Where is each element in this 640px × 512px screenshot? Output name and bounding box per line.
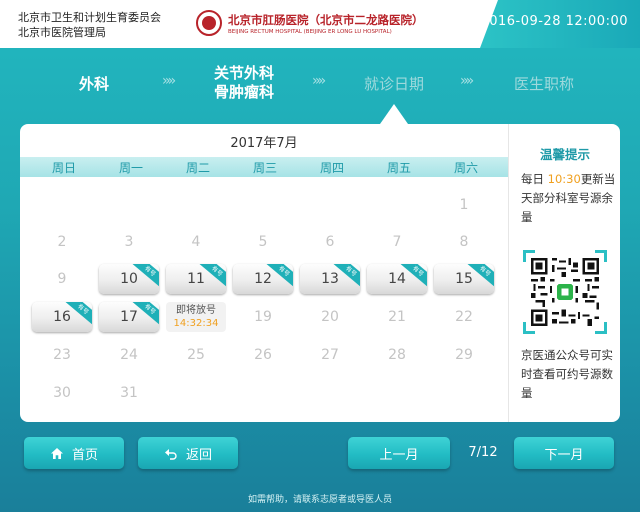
day-number: 17: [120, 309, 138, 325]
calendar-day: 26: [254, 347, 272, 363]
day-number: 16: [53, 309, 71, 325]
next-month-button[interactable]: 下一月: [514, 437, 614, 469]
qr-code-icon: [531, 258, 599, 326]
back-button[interactable]: 返回: [138, 437, 238, 469]
step-navigation: 外科 »» 关节外科 骨肿瘤科 »» 就诊日期 »» 医生职称: [0, 54, 640, 112]
weekday-mon: 周一: [118, 161, 143, 175]
calendar-day: 23: [53, 347, 71, 363]
calendar-day-available[interactable]: 16 有号: [32, 302, 92, 332]
calendar-day: 9: [57, 271, 67, 287]
hospital-seal-icon: [196, 10, 222, 36]
step-doctor-title: 医生职称: [513, 74, 574, 93]
step-department[interactable]: 外科: [48, 54, 140, 112]
calendar-day: 22: [455, 309, 473, 325]
calendar-day: 7: [392, 234, 402, 250]
calendar-day: 30: [53, 385, 71, 401]
day-number: 14: [388, 271, 406, 287]
calendar-day-available[interactable]: 13 有号: [300, 264, 360, 294]
calendar-day: 20: [321, 309, 339, 325]
weekday-wed: 周三: [252, 161, 277, 175]
calendar-day: 8: [459, 234, 469, 250]
org-names: 北京市卫生和计划生育委员会 北京市医院管理局: [18, 10, 161, 40]
tips-update-note: 每日 10:30更新当天部分科室号源余量: [521, 170, 617, 227]
calendar-day-available[interactable]: 14 有号: [367, 264, 427, 294]
calendar-day: 29: [455, 347, 473, 363]
day-number: 15: [455, 271, 473, 287]
tips-title: 温馨提示: [539, 147, 590, 162]
tips-text-pre: 每日: [521, 172, 548, 186]
weekday-sun: 周日: [51, 161, 76, 175]
month-title: 2017年7月: [230, 136, 298, 151]
hospital-logo: 北京市肛肠医院（北京市二龙路医院） BEIJING RECTUM HOSPITA…: [196, 10, 424, 36]
home-icon: [50, 447, 64, 460]
calendar-day-available[interactable]: 12 有号: [233, 264, 293, 294]
weekday-fri: 周五: [386, 161, 411, 175]
calendar-day: 5: [258, 234, 268, 250]
tips-update-time: 10:30: [547, 172, 581, 186]
step-subdepartment-line2: 骨肿瘤科: [213, 83, 274, 101]
day-number: 10: [120, 271, 138, 287]
weekday-header: 周日 周一 周二 周三 周四 周五 周六: [20, 157, 508, 177]
weekday-sat: 周六: [453, 161, 478, 175]
home-button[interactable]: 首页: [24, 437, 124, 469]
org-line-2: 北京市医院管理局: [18, 26, 106, 39]
back-button-label: 返回: [185, 447, 212, 463]
tips-panel: 温馨提示 每日 10:30更新当天部分科室号源余量 京医通公众号可实时查看可约号…: [508, 124, 620, 422]
calendar-day: 21: [388, 309, 406, 325]
calendar-day: 28: [388, 347, 406, 363]
calendar-day: 19: [254, 309, 272, 325]
calendar-day: 1: [459, 197, 469, 213]
hospital-name-cn: 北京市肛肠医院（北京市二龙路医院）: [228, 12, 424, 27]
step-separator-icon: »»: [162, 73, 176, 89]
home-button-label: 首页: [71, 447, 98, 463]
current-step-pointer: [380, 104, 408, 124]
step-separator-icon: »»: [312, 73, 326, 89]
release-soon-label: 即将放号: [176, 305, 216, 316]
calendar-day: 25: [187, 347, 205, 363]
calendar-day-available[interactable]: 15 有号: [434, 264, 494, 294]
hospital-name-en: BEIJING RECTUM HOSPITAL (BEIJING ER LONG…: [228, 28, 392, 35]
calendar-day-available[interactable]: 10 有号: [99, 264, 159, 294]
weekday-tue: 周二: [185, 161, 210, 175]
calendar-day-available[interactable]: 11 有号: [166, 264, 226, 294]
calendar-day-available[interactable]: 17 有号: [99, 302, 159, 332]
calendar-day: 6: [325, 234, 335, 250]
weekday-thu: 周四: [319, 161, 344, 175]
current-datetime: 2016-09-28 12:00:00: [480, 14, 628, 29]
calendar-day: 2: [57, 234, 67, 250]
day-number: 12: [254, 271, 272, 287]
month-pager: 7/12: [468, 445, 498, 460]
release-countdown: 14:32:34: [173, 318, 219, 329]
help-footer: 如需帮助，请联系志愿者或导医人员: [247, 495, 392, 505]
header-bar: 北京市卫生和计划生育委员会 北京市医院管理局 北京市肛肠医院（北京市二龙路医院）…: [0, 0, 640, 48]
org-line-1: 北京市卫生和计划生育委员会: [18, 11, 161, 24]
calendar-day: 27: [321, 347, 339, 363]
step-separator-icon: »»: [460, 73, 474, 89]
calendar-day: 4: [191, 234, 201, 250]
back-arrow-icon: [164, 447, 178, 460]
step-subdepartment-line1: 关节外科: [213, 64, 274, 82]
day-number: 11: [187, 271, 205, 287]
calendar-day: 3: [124, 234, 134, 250]
prev-month-button[interactable]: 上一月: [348, 437, 450, 469]
calendar-day: 31: [120, 385, 138, 401]
calendar-card: 2017年7月 周日 周一 周二 周三 周四 周五 周六 1 2 3 4 5 6…: [20, 124, 620, 422]
calendar-day-release-soon: 即将放号 14:32:34: [166, 302, 226, 332]
calendar: 2017年7月 周日 周一 周二 周三 周四 周五 周六 1 2 3 4 5 6…: [20, 124, 508, 422]
step-subdepartment[interactable]: 关节外科 骨肿瘤科: [196, 54, 292, 112]
day-number: 13: [321, 271, 339, 287]
qr-caption: 京医通公众号可实时查看可约号源数量: [521, 348, 613, 400]
calendar-day: 24: [120, 347, 138, 363]
qr-code-frame: [523, 250, 607, 334]
